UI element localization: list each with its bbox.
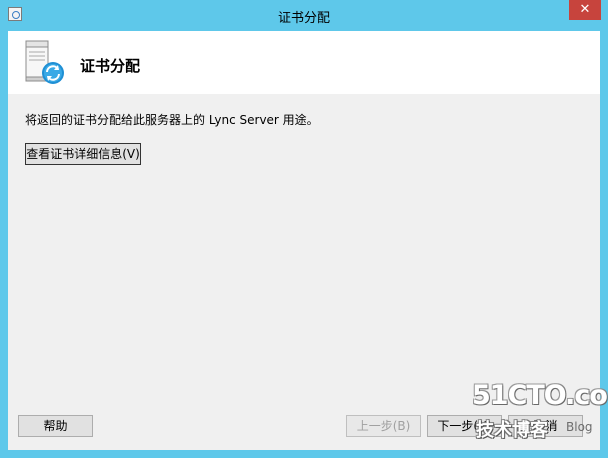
watermark-main: 51CTO.com <box>472 380 608 411</box>
next-button[interactable]: 下一步(N) <box>427 415 502 437</box>
window-title: 证书分配 <box>277 11 330 26</box>
cancel-button[interactable]: 取消 <box>508 415 583 437</box>
close-button[interactable]: ✕ <box>569 0 601 20</box>
help-button[interactable]: 帮助 <box>18 415 93 437</box>
server-certificate-icon <box>25 40 64 84</box>
wizard-client-area: 证书分配 将返回的证书分配给此服务器上的 Lync Server 用途。 查看证… <box>8 31 608 450</box>
page-title: 证书分配 <box>80 57 141 75</box>
wizard-header: 证书分配 <box>8 31 600 94</box>
view-certificate-details-button[interactable]: 查看证书详细信息(V) <box>25 143 141 165</box>
wizard-window: 证书分配 ✕ 证书分配 将返回的证书分配给此服务器上的 Lync Server … <box>0 0 608 458</box>
back-button[interactable]: 上一步(B) <box>346 415 421 437</box>
description-text: 将返回的证书分配给此服务器上的 Lync Server 用途。 <box>25 113 319 127</box>
title-bar[interactable]: 证书分配 ✕ <box>0 0 608 30</box>
